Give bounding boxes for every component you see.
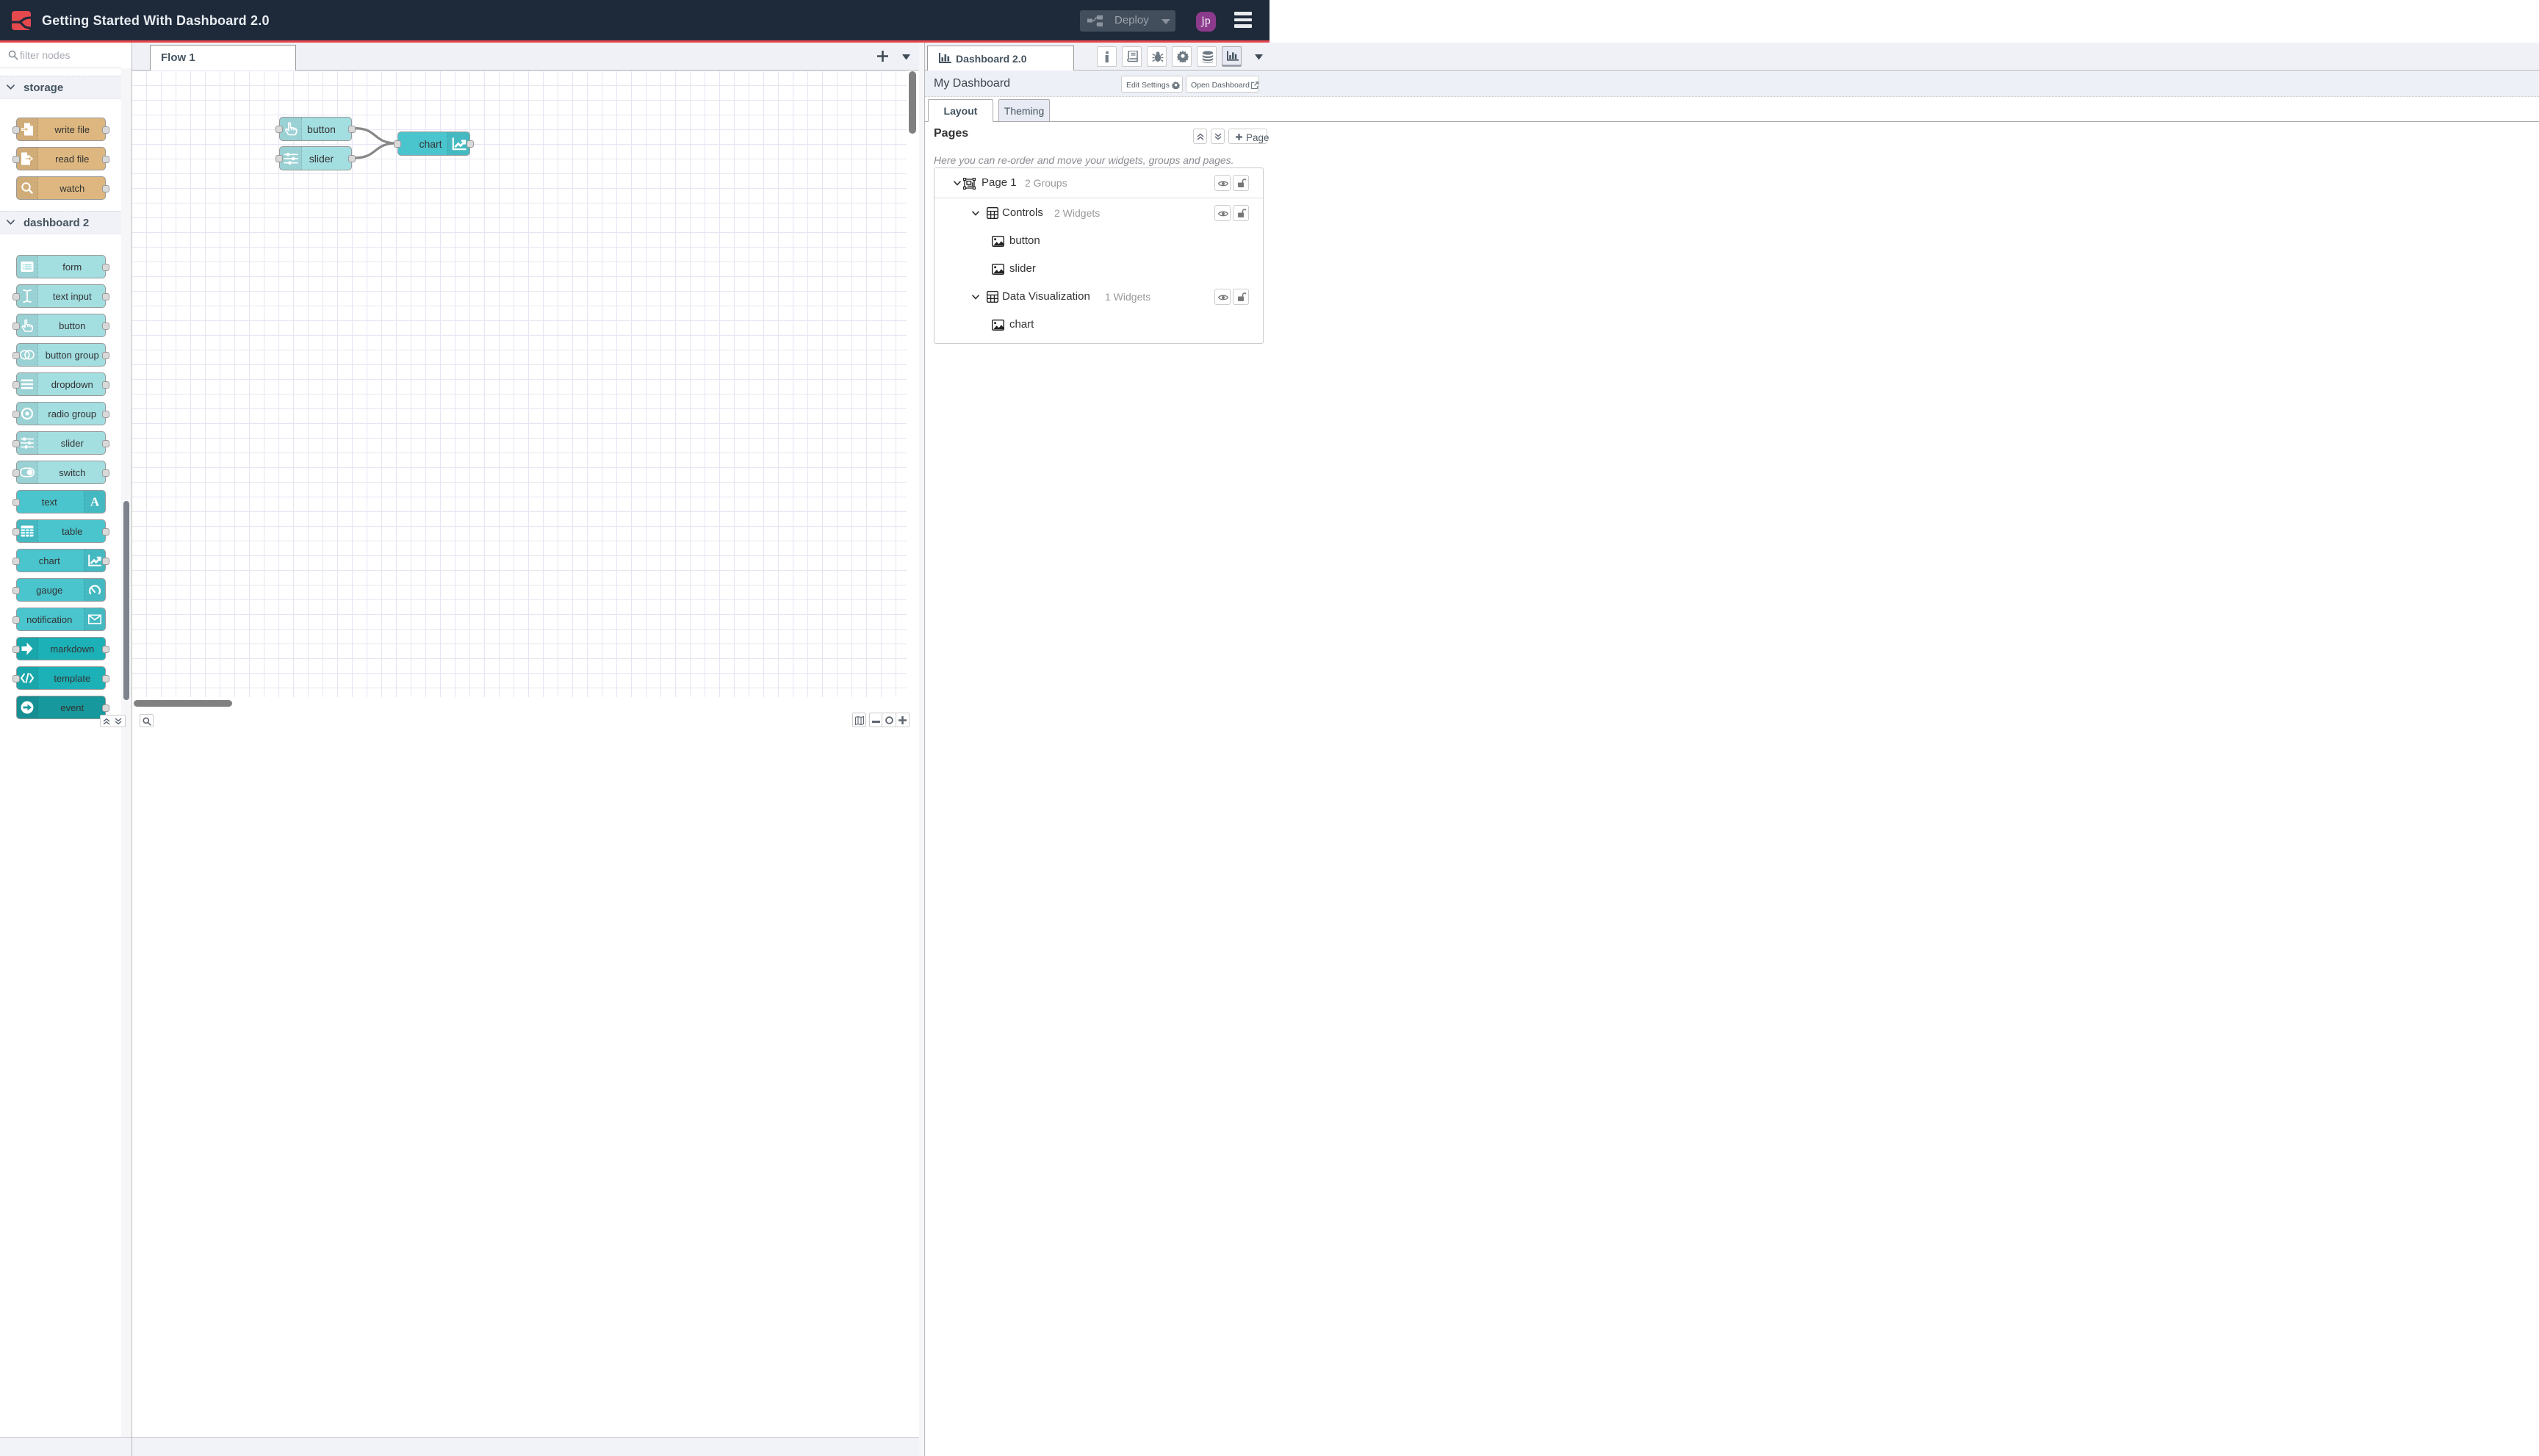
svg-text:A: A (90, 497, 99, 508)
